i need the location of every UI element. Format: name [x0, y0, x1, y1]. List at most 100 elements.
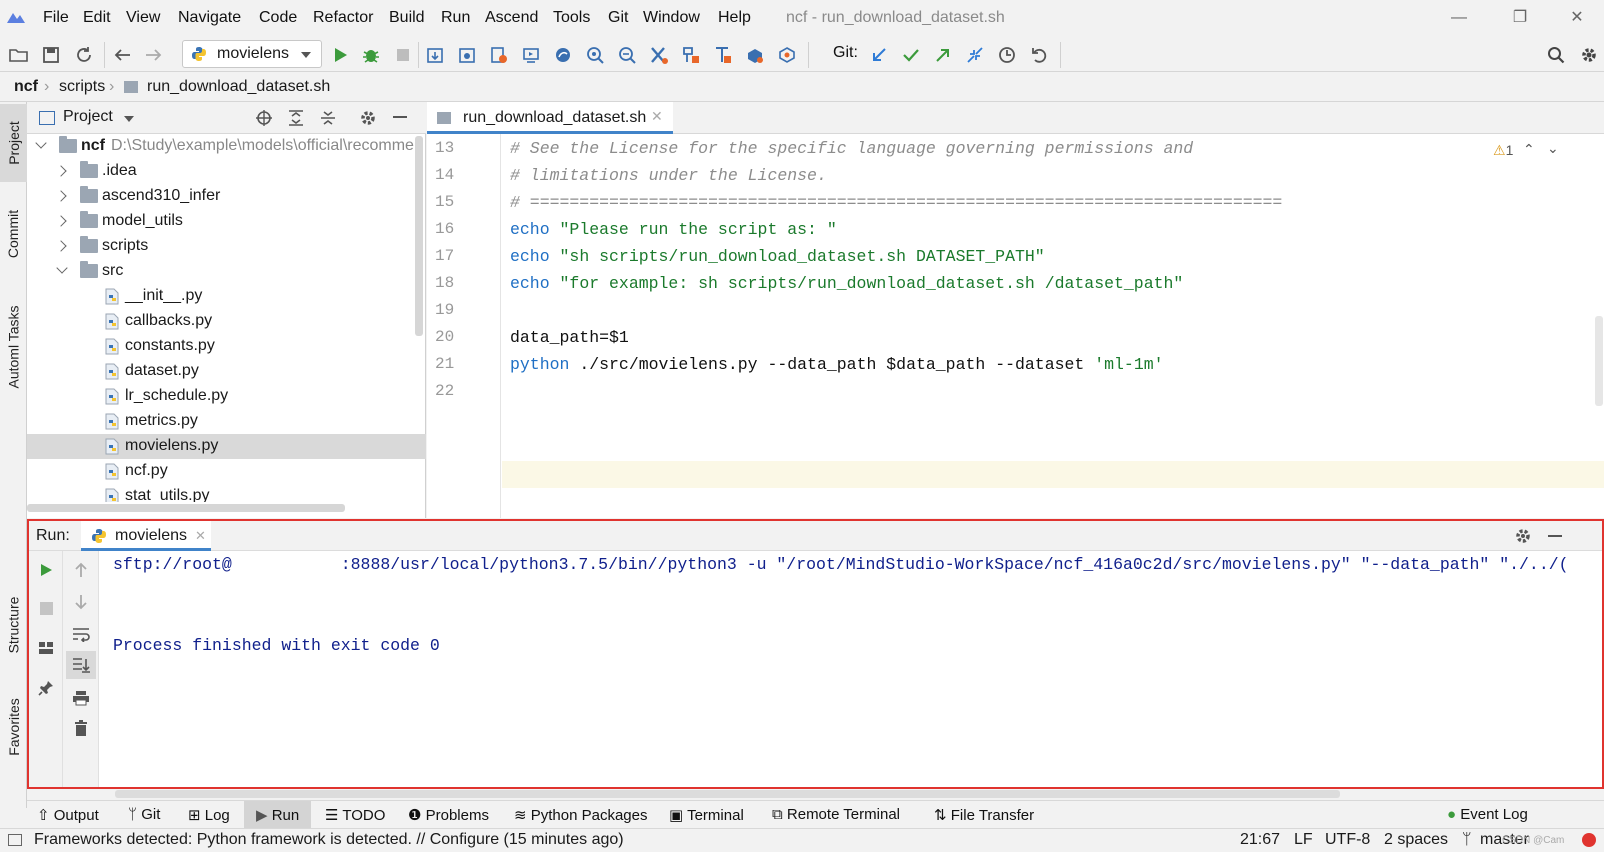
menu-git[interactable]: Git	[608, 9, 628, 27]
rerun-icon[interactable]	[35, 559, 57, 581]
tree-item-dataset-py[interactable]: dataset.py	[27, 359, 426, 384]
warnings-indicator[interactable]: ⚠1	[1493, 142, 1513, 159]
tool-problems[interactable]: ❶ Problems	[408, 806, 489, 824]
locate-icon[interactable]	[255, 109, 273, 127]
code-line-16[interactable]: echo "Please run the script as: "	[510, 220, 837, 239]
git-update-icon[interactable]	[868, 44, 890, 66]
file-encoding[interactable]: UTF-8	[1325, 831, 1370, 849]
menu-view[interactable]: View	[126, 9, 160, 27]
tool-file-transfer[interactable]: ⇅ File Transfer	[934, 806, 1034, 824]
tool-terminal[interactable]: ▣ Terminal	[669, 806, 744, 824]
tree-item-callbacks-py[interactable]: callbacks.py	[27, 309, 426, 334]
tool-todo[interactable]: ☰ TODO	[325, 806, 385, 824]
debug-icon[interactable]	[360, 44, 382, 66]
tree-item-root[interactable]: ncf D:\Study\example\models\official\rec…	[27, 134, 426, 159]
run-icon[interactable]	[329, 44, 351, 66]
tool-log[interactable]: ⊞ Log	[188, 806, 230, 824]
menu-run[interactable]: Run	[441, 9, 470, 27]
code-line-18[interactable]: echo "for example: sh scripts/run_downlo…	[510, 274, 1183, 293]
code-line-20[interactable]: data_path=$1	[510, 328, 629, 347]
restore-window-button[interactable]: ❐	[1505, 6, 1535, 30]
back-icon[interactable]	[111, 44, 133, 66]
tool-remote-terminal[interactable]: ⧉ Remote Terminal	[772, 806, 900, 823]
menu-tools[interactable]: Tools	[553, 9, 590, 27]
project-vscrollbar[interactable]	[415, 136, 423, 336]
sync-icon[interactable]	[73, 44, 95, 66]
menu-refactor[interactable]: Refactor	[313, 9, 373, 27]
project-hscrollbar[interactable]	[27, 504, 345, 512]
tab-automl-tasks[interactable]: Automl Tasks	[0, 287, 27, 407]
code-line-17[interactable]: echo "sh scripts/run_download_dataset.sh…	[510, 247, 1045, 266]
git-history-icon[interactable]	[996, 44, 1018, 66]
tab-favorites[interactable]: Favorites	[0, 682, 27, 772]
settings-gear-icon[interactable]	[1578, 44, 1600, 66]
menu-file[interactable]: File	[43, 9, 69, 27]
code-line-14[interactable]: # limitations under the License.	[510, 166, 827, 185]
ascend-tool-9-icon[interactable]	[680, 44, 702, 66]
editor-vscrollbar[interactable]	[1595, 316, 1603, 406]
tree-item-src[interactable]: src	[27, 259, 426, 284]
ascend-tool-6-icon[interactable]	[584, 44, 606, 66]
menu-code[interactable]: Code	[259, 9, 297, 27]
forward-icon[interactable]	[143, 44, 165, 66]
code-line-13[interactable]: # See the License for the specific langu…	[510, 139, 1193, 158]
search-icon[interactable]	[1545, 44, 1567, 66]
tab-commit[interactable]: Commit	[0, 194, 27, 274]
menu-build[interactable]: Build	[389, 9, 425, 27]
menu-navigate[interactable]: Navigate	[178, 9, 241, 27]
console-output-exit[interactable]: Process finished with exit code 0	[113, 636, 440, 655]
tree-item-ascend310-infer[interactable]: ascend310_infer	[27, 184, 426, 209]
gear-icon[interactable]	[359, 109, 377, 127]
ascend-tool-3-icon[interactable]	[488, 44, 510, 66]
breadcrumb-item-scripts[interactable]: scripts	[59, 78, 105, 96]
print-icon[interactable]	[70, 687, 92, 709]
layout-icon[interactable]	[35, 637, 57, 659]
ascend-tool-8-icon[interactable]	[648, 44, 670, 66]
git-push-icon[interactable]	[932, 44, 954, 66]
minimize-window-button[interactable]: —	[1444, 6, 1474, 30]
tree-item-scripts[interactable]: scripts	[27, 234, 426, 259]
open-folder-icon[interactable]	[8, 44, 30, 66]
tree-item-metrics-py[interactable]: metrics.py	[27, 409, 426, 434]
ascend-tool-2-icon[interactable]	[456, 44, 478, 66]
code-line-21[interactable]: python ./src/movielens.py --data_path $d…	[510, 355, 1164, 374]
tool-event-log[interactable]: ● Event Log	[1447, 806, 1528, 823]
tool-python-packages[interactable]: ≋ Python Packages	[514, 806, 648, 824]
scroll-down-icon[interactable]	[70, 591, 92, 613]
tree-item-ncf-py[interactable]: ncf.py	[27, 459, 426, 484]
save-icon[interactable]	[40, 44, 62, 66]
tree-item-stat-utils-py[interactable]: stat_utils.py	[27, 484, 426, 502]
ascend-tool-11-icon[interactable]	[744, 44, 766, 66]
notification-icon[interactable]	[1582, 833, 1596, 847]
tree-item-movielens-py[interactable]: movielens.py	[27, 434, 426, 459]
hide-panel-icon[interactable]	[393, 116, 407, 118]
breadcrumb-item-file[interactable]: run_download_dataset.sh	[147, 78, 330, 96]
ascend-tool-5-icon[interactable]	[552, 44, 574, 66]
project-panel-title[interactable]: Project	[63, 108, 113, 126]
stop-icon[interactable]	[35, 597, 57, 619]
previous-highlight-icon[interactable]: ⌃	[1523, 141, 1535, 158]
console-output-command[interactable]: sftp://root@ :8888/usr/local/python3.7.5…	[113, 555, 1601, 574]
close-window-button[interactable]: ✕	[1562, 6, 1592, 30]
expand-all-icon[interactable]	[287, 109, 305, 127]
soft-wrap-icon[interactable]	[70, 623, 92, 645]
run-configuration-select[interactable]: movielens	[182, 40, 322, 68]
menu-help[interactable]: Help	[718, 9, 751, 27]
git-rollback-icon[interactable]	[1028, 44, 1050, 66]
tool-output[interactable]: ⇧ Output	[37, 806, 99, 824]
stop-icon[interactable]	[392, 44, 414, 66]
hide-panel-icon[interactable]	[1548, 535, 1562, 537]
tab-structure[interactable]: Structure	[0, 580, 27, 670]
git-merge-icon[interactable]	[964, 44, 986, 66]
pin-icon[interactable]	[35, 677, 57, 699]
ascend-tool-4-icon[interactable]	[520, 44, 542, 66]
run-tab-movielens[interactable]: movielens ✕	[81, 521, 211, 551]
status-message[interactable]: Frameworks detected: Python framework is…	[34, 831, 624, 849]
tool-git[interactable]: ᛘ Git	[128, 806, 160, 823]
toggle-tool-windows-icon[interactable]	[8, 834, 22, 846]
ascend-tool-1-icon[interactable]	[424, 44, 446, 66]
next-highlight-icon[interactable]: ⌄	[1547, 140, 1559, 157]
tool-run[interactable]: ▶ Run	[244, 801, 311, 829]
ascend-tool-7-icon[interactable]	[616, 44, 638, 66]
indent-setting[interactable]: 2 spaces	[1384, 831, 1448, 849]
